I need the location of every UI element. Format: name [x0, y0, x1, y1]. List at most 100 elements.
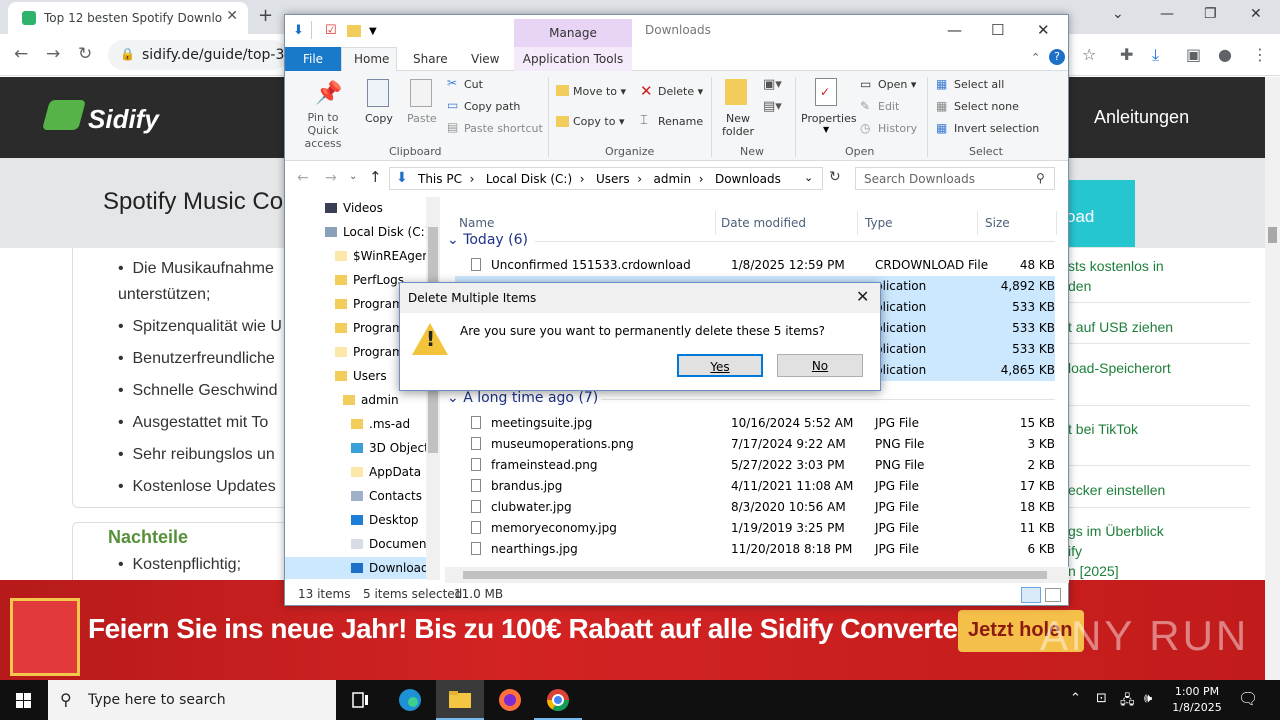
- crumb-this-pc[interactable]: This PC: [418, 172, 462, 186]
- file-row[interactable]: meetingsuite.jpg 10/16/2024 5:52 AM JPG Fi…: [455, 413, 1055, 434]
- profile-icon[interactable]: ●: [1218, 45, 1232, 64]
- delete-confirm-dialog[interactable]: Delete Multiple Items ✕ ! Are you sure y…: [399, 282, 881, 391]
- copy-button[interactable]: Copy: [365, 112, 393, 125]
- tab-share[interactable]: Share: [413, 52, 448, 66]
- tree-item-perflogs[interactable]: PerfLogs: [335, 273, 404, 287]
- open-button[interactable]: Open ▾: [878, 78, 916, 91]
- tree-item-program[interactable]: Program: [335, 345, 404, 359]
- sidebar-link[interactable]: load-Speicherort: [1068, 360, 1171, 376]
- tray-device-icon[interactable]: ⊡: [1096, 691, 1107, 706]
- nav-anleitungen[interactable]: Anleitungen: [1094, 107, 1189, 128]
- sidebar-link[interactable]: ecker einstellen: [1068, 482, 1165, 498]
- select-none-button[interactable]: Select none: [954, 100, 1019, 113]
- dialog-close-icon[interactable]: ✕: [856, 287, 869, 306]
- firefox-icon[interactable]: [486, 680, 534, 720]
- move-to-button[interactable]: Move to ▾: [573, 85, 626, 98]
- properties-button[interactable]: Properties: [801, 112, 857, 125]
- paste-button[interactable]: Paste: [407, 112, 437, 125]
- up-folder-icon[interactable]: ↑: [369, 168, 382, 186]
- tab-application-tools[interactable]: Application Tools: [514, 47, 632, 71]
- history-button[interactable]: History: [878, 122, 917, 135]
- tree-item-contacts[interactable]: Contacts: [351, 489, 422, 503]
- invert-selection-button[interactable]: Invert selection: [954, 122, 1039, 135]
- pin-quick-access-button[interactable]: Pin to Quick access: [291, 111, 355, 150]
- tree-item-documents[interactable]: Document: [351, 537, 431, 551]
- explorer-maximize-button[interactable]: ☐: [991, 21, 1004, 39]
- tree-item-ms-ad[interactable]: .ms-ad: [351, 417, 410, 431]
- group-header-old[interactable]: ⌄ A long time ago (7): [447, 390, 598, 406]
- paste-shortcut-button[interactable]: Paste shortcut: [464, 122, 543, 135]
- minimize-button[interactable]: —: [1160, 6, 1174, 22]
- copy-to-button[interactable]: Copy to ▾: [573, 115, 624, 128]
- explorer-address-bar[interactable]: ⬇ This PC › Local Disk (C:) › Users › ad…: [389, 167, 823, 190]
- file-row[interactable]: Unconfirmed 151533.crdownload 1/8/2025 12…: [455, 255, 1055, 276]
- sidebar-link[interactable]: den: [1068, 278, 1091, 294]
- explorer-search-input[interactable]: Search Downloads ⚲: [855, 167, 1055, 190]
- rename-button[interactable]: Rename: [658, 115, 703, 128]
- tab-home-label[interactable]: Home: [354, 52, 389, 66]
- tree-item-videos[interactable]: Videos: [325, 201, 383, 215]
- easy-access-icon[interactable]: ▤▾: [763, 99, 782, 114]
- site-logo-text[interactable]: Sidify: [88, 104, 159, 135]
- tray-chevron-icon[interactable]: ⌃: [1070, 691, 1081, 706]
- tree-item-desktop[interactable]: Desktop: [351, 513, 419, 527]
- delete-button[interactable]: Delete ▾: [658, 85, 703, 98]
- tree-item-admin[interactable]: admin: [343, 393, 399, 407]
- chrome-icon[interactable]: [534, 680, 582, 720]
- tree-item-appdata[interactable]: AppData: [351, 465, 421, 479]
- side-panel-icon[interactable]: ▣: [1186, 45, 1201, 64]
- explorer-back-icon[interactable]: ←: [297, 170, 309, 186]
- hero-download-button[interactable]: oad: [1060, 180, 1135, 247]
- recent-locations-icon[interactable]: ⌄: [349, 171, 357, 182]
- tree-item-local-disk[interactable]: Local Disk (C:): [325, 225, 429, 239]
- tree-item-3d-objects[interactable]: 3D Objects: [351, 441, 435, 455]
- new-item-icon[interactable]: ▣▾: [763, 77, 782, 92]
- close-tab-icon[interactable]: ✕: [226, 8, 238, 24]
- forward-icon[interactable]: →: [46, 44, 60, 64]
- explorer-minimize-button[interactable]: —: [947, 21, 962, 39]
- restore-button[interactable]: ❐: [1204, 6, 1217, 22]
- crumb-local-disk[interactable]: Local Disk (C:): [486, 172, 572, 186]
- sidebar-link[interactable]: gs im Überblick: [1068, 523, 1164, 539]
- taskbar-clock[interactable]: 1:00 PM 1/8/2025: [1168, 684, 1226, 716]
- sidebar-link[interactable]: t bei TikTok: [1068, 421, 1138, 437]
- tree-item-downloads[interactable]: Download: [351, 561, 429, 575]
- ribbon-collapse-icon[interactable]: ⌃: [1031, 51, 1040, 64]
- sidebar-link[interactable]: n [2025]: [1068, 563, 1119, 579]
- refresh-icon[interactable]: ↻: [829, 169, 841, 185]
- file-row[interactable]: brandus.jpg 4/11/2021 11:08 AM JPG File 17 …: [455, 476, 1055, 497]
- file-row[interactable]: memoryeconomy.jpg 1/19/2019 3:25 PM JPG Fi…: [455, 518, 1055, 539]
- start-button[interactable]: [0, 680, 48, 720]
- details-view-icon[interactable]: [1021, 587, 1041, 603]
- tab-file[interactable]: File: [285, 47, 341, 71]
- menu-icon[interactable]: ⋮: [1252, 45, 1268, 64]
- volume-icon[interactable]: 🕪: [1144, 691, 1152, 706]
- cut-button[interactable]: Cut: [464, 78, 483, 91]
- copy-path-button[interactable]: Copy path: [464, 100, 520, 113]
- download-icon[interactable]: ⤓: [1152, 45, 1159, 65]
- properties-dropdown-icon[interactable]: ▼: [823, 125, 829, 134]
- large-icons-view-icon[interactable]: [1045, 588, 1061, 602]
- extensions-icon[interactable]: ✚: [1120, 45, 1133, 64]
- qat-properties-icon[interactable]: ☑: [325, 23, 337, 38]
- yes-button[interactable]: Yes: [677, 354, 763, 377]
- tree-item-program[interactable]: Program: [335, 297, 404, 311]
- new-folder-button[interactable]: New folder: [721, 112, 755, 138]
- network-icon[interactable]: 🖧: [1120, 691, 1135, 713]
- sidebar-link[interactable]: t auf USB ziehen: [1068, 319, 1173, 335]
- tree-item-users[interactable]: Users: [335, 369, 387, 383]
- hscroll-thumb[interactable]: [463, 571, 1047, 579]
- column-date-modified[interactable]: Date modified: [721, 216, 806, 230]
- file-row[interactable]: museumoperations.png 7/17/2024 9:22 AM PNG…: [455, 434, 1055, 455]
- tree-item-program[interactable]: Program: [335, 321, 404, 335]
- sidebar-link[interactable]: sts kostenlos in: [1068, 258, 1164, 274]
- help-icon[interactable]: ?: [1049, 49, 1065, 65]
- explorer-forward-icon[interactable]: →: [325, 170, 337, 186]
- new-tab-button[interactable]: +: [258, 5, 273, 26]
- qat-folder-icon[interactable]: [347, 25, 361, 37]
- column-size[interactable]: Size: [985, 216, 1010, 230]
- edit-button[interactable]: Edit: [878, 100, 899, 113]
- edge-icon[interactable]: [386, 680, 434, 720]
- qat-down-arrow-icon[interactable]: ⬇: [293, 23, 304, 38]
- reload-icon[interactable]: ↻: [78, 44, 92, 64]
